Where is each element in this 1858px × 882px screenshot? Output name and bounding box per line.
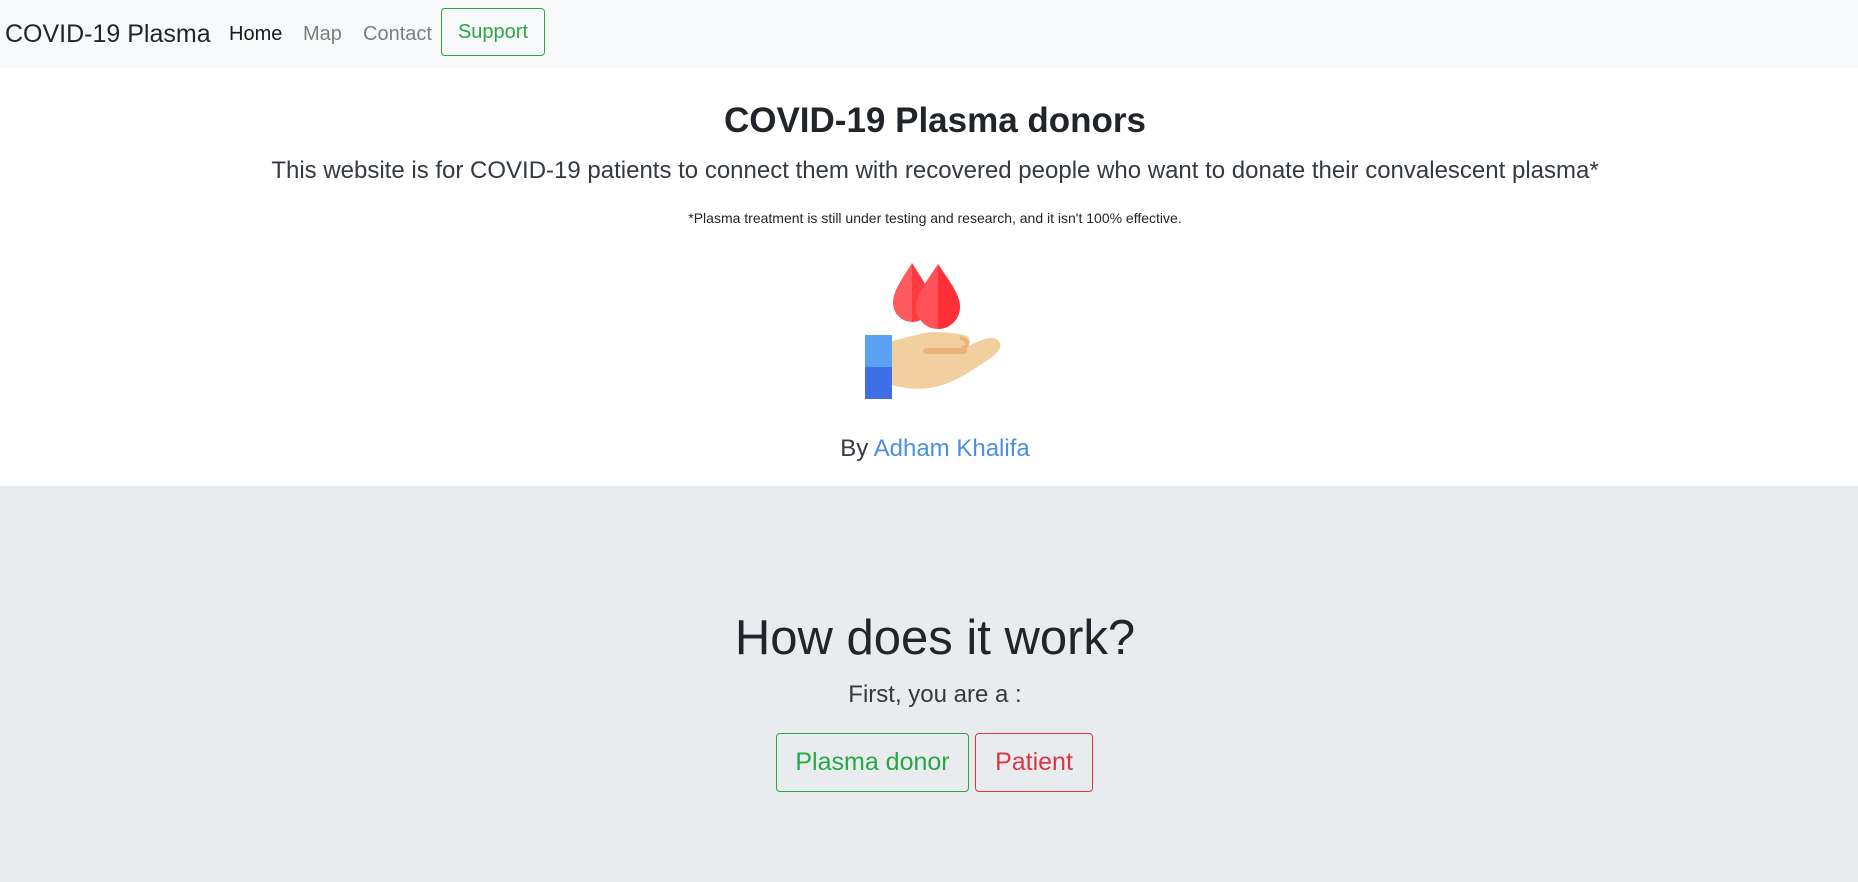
nav-link-home[interactable]: Home — [229, 22, 282, 46]
support-button[interactable]: Support — [441, 8, 545, 56]
byline: By Adham Khalifa — [0, 434, 1858, 464]
page-title: COVID-19 Plasma donors — [723, 101, 1147, 140]
navbar: COVID-19 Plasma Home Map Contact Support — [0, 0, 1858, 68]
plasma-donor-button[interactable]: Plasma donor — [776, 733, 969, 792]
nav-link-map[interactable]: Map — [303, 22, 342, 46]
hand-blood-drops-icon — [865, 263, 1001, 399]
how-it-works-section: How does it work? First, you are a : Pla… — [0, 486, 1858, 882]
how-it-works-subtitle: First, you are a : — [848, 681, 1022, 708]
hero-section: COVID-19 Plasma donors This website is f… — [0, 68, 1858, 486]
byline-prefix: By — [840, 435, 869, 462]
hero-lead: This website is for COVID-19 patients to… — [271, 157, 1599, 184]
how-it-works-title: How does it work? — [734, 611, 1136, 665]
patient-button[interactable]: Patient — [975, 733, 1093, 792]
hero-disclaimer: *Plasma treatment is still under testing… — [688, 210, 1182, 226]
navbar-brand[interactable]: COVID-19 Plasma — [5, 19, 211, 49]
author-link[interactable]: Adham Khalifa — [874, 435, 1030, 462]
nav-link-contact[interactable]: Contact — [363, 22, 432, 46]
